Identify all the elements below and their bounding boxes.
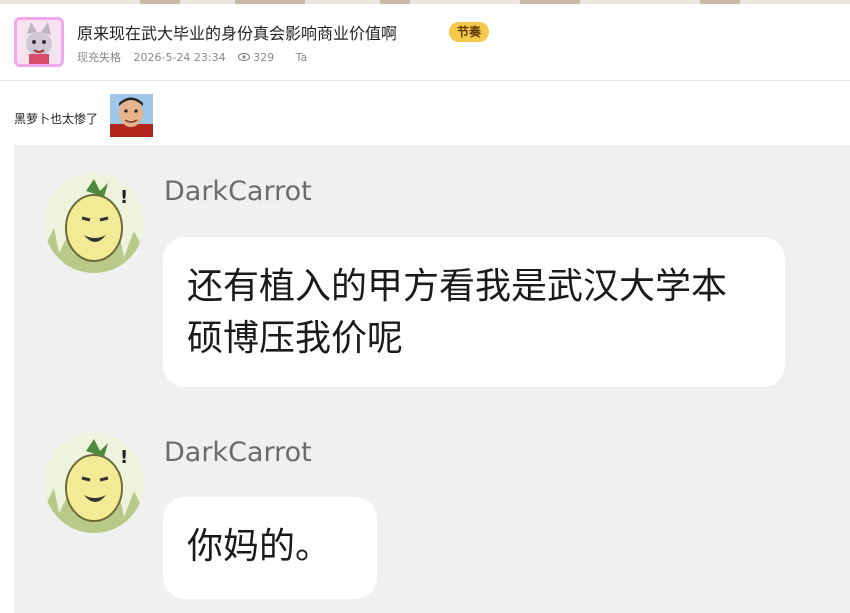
category-tag[interactable]: 节奏 (449, 22, 490, 42)
svg-text:!: ! (120, 447, 128, 468)
post-datetime: 2026-5-24 23:34 (133, 51, 226, 64)
meme-face-icon (110, 94, 153, 137)
post-header: 原来现在武大毕业的身份真会影响商业价值啊 节奏 现充失格 2026-5-24 2… (0, 4, 850, 81)
view-count-value: 329 (253, 50, 275, 64)
post-meta: 现充失格 2026-5-24 23:34 329 Ta (77, 49, 316, 65)
carrot-sticker-avatar: ! (44, 173, 144, 273)
post-title[interactable]: 原来现在武大毕业的身份真会影响商业价值啊 (77, 20, 397, 44)
svg-text:!: ! (120, 187, 128, 208)
chat-bubble: 还有植入的甲方看我是武汉大学本硕博压我价呢 (163, 237, 785, 387)
ta-link[interactable]: Ta (296, 51, 308, 64)
comment-text: 黑萝卜也太惨了 (14, 112, 99, 126)
view-count: 329 (238, 51, 283, 64)
eye-icon (238, 53, 251, 61)
carrot-sticker-avatar: ! (44, 433, 144, 533)
author-name[interactable]: 现充失格 (77, 51, 121, 64)
chat-username: DarkCarrot (164, 176, 312, 207)
chat-username: DarkCarrot (164, 437, 312, 468)
chat-bubble: 你妈的。 (163, 497, 377, 599)
user-avatar[interactable] (14, 17, 64, 67)
chat-screenshot: ! DarkCarrot 还有植入的甲方看我是武汉大学本硕博压我价呢 ! Dar… (14, 145, 850, 613)
